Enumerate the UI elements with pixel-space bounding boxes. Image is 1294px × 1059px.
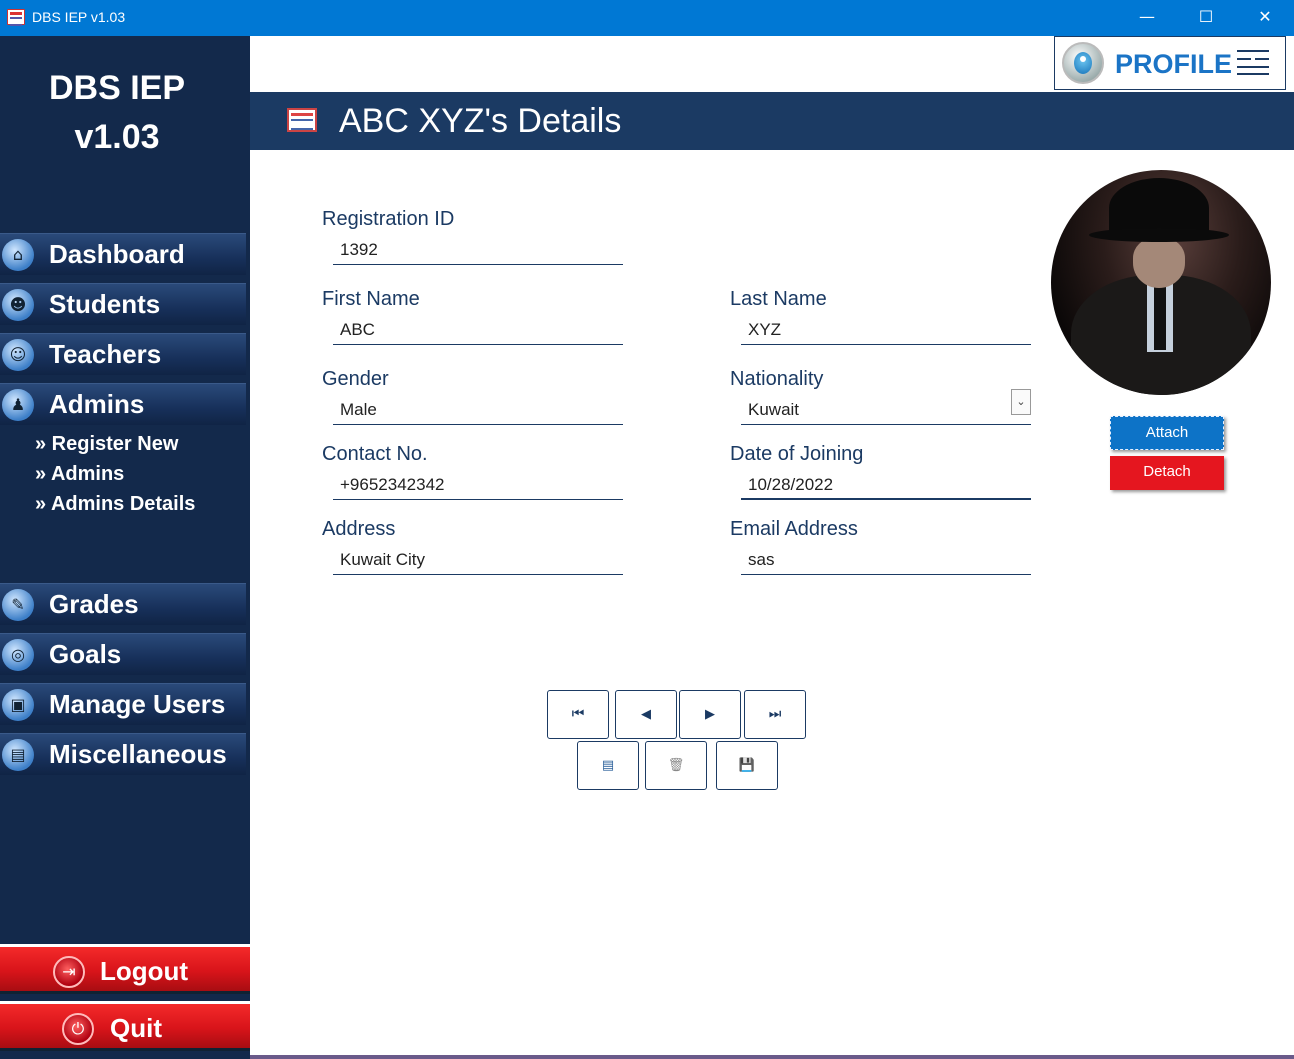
- miscellaneous-icon: ▤: [2, 739, 34, 771]
- email-field[interactable]: sas: [741, 549, 1031, 575]
- profile-label: PROFILE: [1115, 49, 1233, 79]
- save-icon: 💾: [738, 758, 756, 773]
- logout-button[interactable]: ⇥ Logout: [0, 944, 250, 994]
- close-button[interactable]: ✕: [1236, 0, 1294, 36]
- sidebar-item-grades[interactable]: ✎ Grades: [0, 583, 246, 625]
- brand-name: DBS IEP: [48, 69, 186, 107]
- power-icon: ⏻: [62, 1013, 94, 1045]
- first-record-button[interactable]: ⏮: [547, 690, 609, 739]
- first-name-value: ABC: [340, 320, 375, 339]
- save-record-button[interactable]: 💾: [716, 741, 778, 790]
- app-brand: DBS IEP v1.03: [0, 64, 234, 162]
- address-label: Address: [322, 518, 396, 540]
- sidebar: DBS IEP v1.03 ⌂ Dashboard ☻ Students ☺ T…: [0, 36, 250, 1059]
- contact-value: +9652342342: [340, 475, 445, 494]
- gender-value: Male: [340, 400, 377, 419]
- registration-id-label: Registration ID: [322, 208, 455, 230]
- target-icon: ◎: [2, 639, 34, 671]
- sidebar-item-goals[interactable]: ◎ Goals: [0, 633, 246, 675]
- window-titlebar: DBS IEP v1.03 — ☐ ✕: [0, 0, 1294, 36]
- sidebar-item-manage-users[interactable]: ▣ Manage Users: [0, 683, 246, 725]
- date-of-joining-value: 10/28/2022: [748, 475, 834, 494]
- sidebar-subitem-admins-details[interactable]: » Admins Details: [35, 493, 195, 516]
- gender-label: Gender: [322, 368, 389, 390]
- logout-label: Logout: [100, 956, 189, 986]
- maximize-button[interactable]: ☐: [1177, 0, 1235, 36]
- logout-icon: ⇥: [53, 956, 85, 988]
- profile-button[interactable]: PROFILE: [1054, 36, 1286, 90]
- profile-avatar-icon: [1062, 42, 1104, 84]
- page-header: ABC XYZ's Details: [250, 92, 1294, 150]
- sidebar-item-teachers[interactable]: ☺ Teachers: [0, 333, 246, 375]
- date-of-joining-label: Date of Joining: [730, 443, 864, 465]
- details-form-icon: [287, 108, 317, 132]
- sidebar-subitem-register-new[interactable]: » Register New: [35, 433, 178, 456]
- delete-record-button[interactable]: 🗑: [645, 741, 707, 790]
- last-name-value: XYZ: [748, 320, 782, 339]
- students-group-icon: ☻: [2, 289, 34, 321]
- chevron-down-icon[interactable]: ⌄: [1011, 389, 1031, 415]
- last-name-label: Last Name: [730, 288, 827, 310]
- sidebar-item-dashboard[interactable]: ⌂ Dashboard: [0, 233, 246, 275]
- contact-field[interactable]: +9652342342: [333, 474, 623, 500]
- next-icon: ▶: [705, 707, 715, 722]
- sidebar-item-label: Teachers: [49, 339, 162, 369]
- first-name-field[interactable]: ABC: [333, 319, 623, 345]
- contact-label: Contact No.: [322, 443, 428, 465]
- detach-button[interactable]: Detach: [1110, 456, 1224, 490]
- sidebar-item-label: Students: [49, 289, 161, 319]
- nationality-select[interactable]: Kuwait ⌄: [741, 389, 1031, 425]
- date-of-joining-field[interactable]: 10/28/2022: [741, 474, 1031, 500]
- last-name-field[interactable]: XYZ: [741, 319, 1031, 345]
- nationality-label: Nationality: [730, 368, 824, 390]
- registration-id-value: 1392: [340, 240, 378, 259]
- home-icon: ⌂: [2, 239, 34, 271]
- email-label: Email Address: [730, 518, 858, 540]
- profile-photo: [1051, 170, 1271, 395]
- quit-label: Quit: [110, 1013, 162, 1043]
- address-value: Kuwait City: [340, 550, 426, 569]
- sidebar-item-label: Manage Users: [49, 689, 226, 719]
- sidebar-item-admins[interactable]: ♟ Admins: [0, 383, 246, 425]
- sidebar-item-students[interactable]: ☻ Students: [0, 283, 246, 325]
- attach-button[interactable]: Attach: [1110, 416, 1224, 450]
- sidebar-item-miscellaneous[interactable]: ▤ Miscellaneous: [0, 733, 246, 775]
- sidebar-item-label: Dashboard: [49, 239, 185, 269]
- manage-users-icon: ▣: [2, 689, 34, 721]
- skip-last-icon: ⏭: [768, 706, 782, 722]
- gender-field[interactable]: Male: [333, 399, 623, 425]
- previous-record-button[interactable]: ◀: [615, 690, 677, 739]
- sidebar-item-label: Miscellaneous: [49, 739, 227, 769]
- email-value: sas: [748, 550, 775, 569]
- teacher-icon: ☺: [2, 339, 34, 371]
- next-record-button[interactable]: ▶: [679, 690, 741, 739]
- menu-icon[interactable]: [1237, 50, 1269, 75]
- registration-id-field[interactable]: 1392: [333, 239, 623, 265]
- address-field[interactable]: Kuwait City: [333, 549, 623, 575]
- sidebar-item-label: Goals: [49, 639, 122, 669]
- first-name-label: First Name: [322, 288, 420, 310]
- page-title: ABC XYZ's Details: [339, 102, 622, 140]
- sidebar-item-label: Grades: [49, 589, 139, 619]
- new-record-button[interactable]: ▤: [577, 741, 639, 790]
- nationality-value: Kuwait: [748, 400, 800, 419]
- quit-button[interactable]: ⏻ Quit: [0, 1001, 250, 1051]
- skip-first-icon: ⏮: [571, 706, 585, 722]
- admin-icon: ♟: [2, 389, 34, 421]
- window-bottom-border: [250, 1055, 1294, 1059]
- trash-icon: 🗑: [667, 758, 685, 773]
- sidebar-item-label: Admins: [49, 389, 145, 419]
- previous-icon: ◀: [641, 707, 651, 722]
- new-record-icon: ▤: [601, 758, 615, 773]
- window-title: DBS IEP v1.03: [32, 9, 126, 25]
- app-window-icon: [7, 9, 25, 26]
- sidebar-subitem-admins[interactable]: » Admins: [35, 463, 124, 486]
- last-record-button[interactable]: ⏭: [744, 690, 806, 739]
- brand-version: v1.03: [74, 118, 160, 156]
- grades-chart-icon: ✎: [2, 589, 34, 621]
- minimize-button[interactable]: —: [1118, 0, 1176, 36]
